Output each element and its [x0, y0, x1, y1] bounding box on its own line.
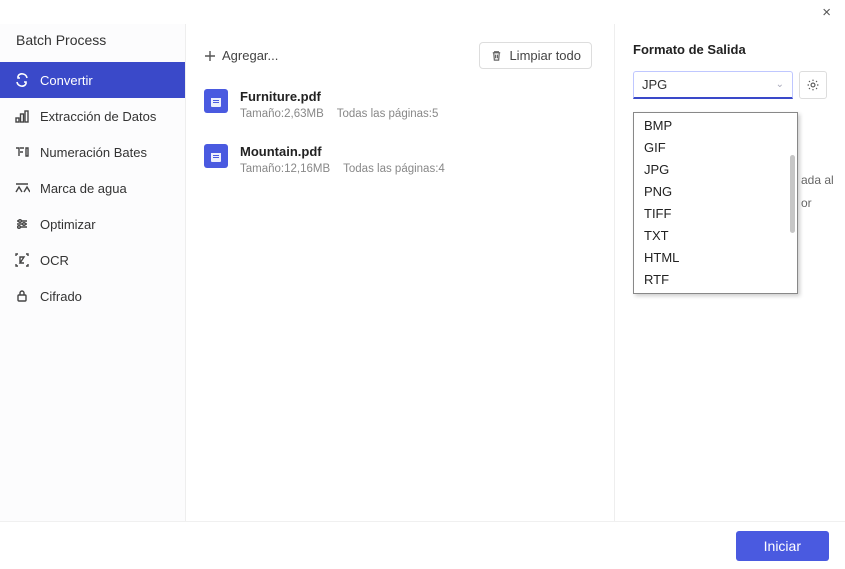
sidebar-item-label: Extracción de Datos	[40, 109, 156, 124]
sidebar-item-bates[interactable]: Numeración Bates	[0, 134, 185, 170]
file-size: Tamaño:12,16MB	[240, 163, 330, 175]
sidebar-item-cifrado[interactable]: Cifrado	[0, 278, 185, 314]
sidebar-item-label: Convertir	[40, 73, 93, 88]
file-pages: Todas las páginas:4	[343, 163, 445, 175]
sidebar-item-label: Numeración Bates	[40, 145, 147, 160]
pdf-file-icon	[204, 89, 228, 113]
watermark-icon	[14, 180, 30, 196]
close-icon[interactable]: ×	[816, 4, 837, 21]
file-size: Tamaño:2,63MB	[240, 108, 324, 120]
file-list-panel: Agregar... Limpiar todo Furniture.pdf Ta…	[186, 24, 615, 521]
sidebar-item-watermark[interactable]: Marca de agua	[0, 170, 185, 206]
ocr-icon	[14, 252, 30, 268]
format-option-png[interactable]: PNG	[634, 181, 797, 203]
format-option-jpg[interactable]: JPG	[634, 159, 797, 181]
lock-icon	[14, 288, 30, 304]
sidebar-item-convertir[interactable]: Convertir	[0, 62, 185, 98]
sidebar-item-label: Optimizar	[40, 217, 96, 232]
add-button[interactable]: Agregar...	[202, 44, 280, 67]
add-label: Agregar...	[222, 48, 278, 63]
footer: Iniciar	[0, 521, 845, 569]
format-option-rtf[interactable]: RTF	[634, 269, 797, 291]
plus-icon	[204, 50, 216, 62]
file-pages: Todas las páginas:5	[337, 108, 439, 120]
output-title: Formato de Salida	[633, 42, 827, 57]
format-settings-button[interactable]	[799, 71, 827, 99]
sidebar-item-label: Cifrado	[40, 289, 82, 304]
sidebar-item-label: Marca de agua	[40, 181, 127, 196]
bates-icon	[14, 144, 30, 160]
format-option-gif[interactable]: GIF	[634, 137, 797, 159]
format-option-txt[interactable]: TXT	[634, 225, 797, 247]
data-extract-icon	[14, 108, 30, 124]
format-select[interactable]: JPG ⌄	[633, 71, 793, 99]
chevron-down-icon: ⌄	[776, 79, 784, 90]
format-selected-value: JPG	[642, 77, 667, 92]
format-dropdown: BMP GIF JPG PNG TIFF TXT HTML RTF	[633, 112, 798, 294]
sidebar-item-label: OCR	[40, 253, 69, 268]
optimize-icon	[14, 216, 30, 232]
format-option-tiff[interactable]: TIFF	[634, 203, 797, 225]
start-button[interactable]: Iniciar	[736, 531, 829, 561]
gear-icon	[806, 78, 820, 92]
format-option-html[interactable]: HTML	[634, 247, 797, 269]
file-name: Furniture.pdf	[240, 89, 448, 104]
sidebar-item-optimizar[interactable]: Optimizar	[0, 206, 185, 242]
pdf-file-icon	[204, 144, 228, 168]
sidebar: Batch Process Convertir Extracción de Da…	[0, 24, 186, 521]
format-option-bmp[interactable]: BMP	[634, 115, 797, 137]
output-panel: Formato de Salida JPG ⌄ BMP GIF JPG PNG …	[615, 24, 845, 521]
obscured-text: ada al or	[801, 169, 845, 215]
window-title: Batch Process	[0, 24, 185, 62]
trash-icon	[490, 49, 503, 62]
sidebar-item-ocr[interactable]: OCR	[0, 242, 185, 278]
file-row[interactable]: Mountain.pdf Tamaño:12,16MB Todas las pá…	[202, 136, 592, 191]
file-name: Mountain.pdf	[240, 144, 455, 159]
convert-icon	[14, 72, 30, 88]
clear-label: Limpiar todo	[509, 48, 581, 63]
sidebar-item-extraccion[interactable]: Extracción de Datos	[0, 98, 185, 134]
clear-all-button[interactable]: Limpiar todo	[479, 42, 592, 69]
file-row[interactable]: Furniture.pdf Tamaño:2,63MB Todas las pá…	[202, 81, 592, 136]
dropdown-scrollbar[interactable]	[790, 155, 795, 233]
